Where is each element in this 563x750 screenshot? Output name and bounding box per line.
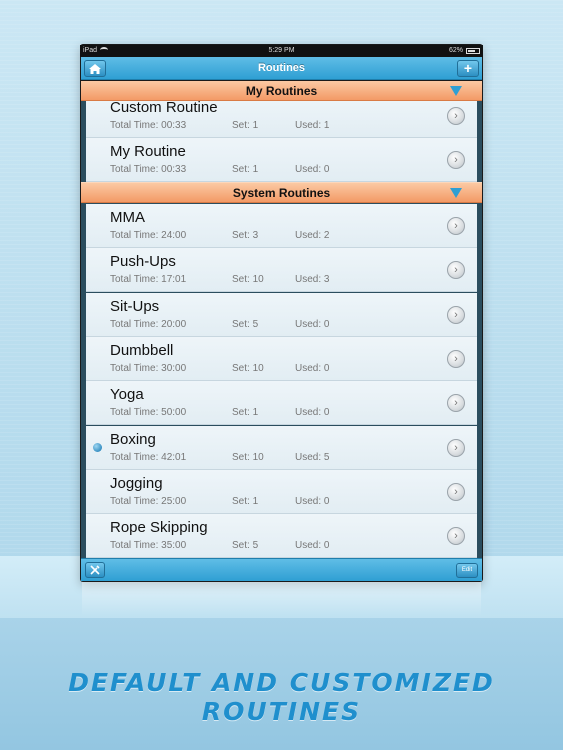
routine-row[interactable]: MMA Total Time: 24:00 Set: 3 Used: 2 › bbox=[86, 204, 477, 248]
disclosure-chevron-icon[interactable]: › bbox=[447, 151, 465, 170]
total-time: Total Time: 35:00 bbox=[110, 540, 187, 552]
used-count: Used: 5 bbox=[295, 451, 330, 463]
routine-name: Dumbbell bbox=[110, 341, 174, 359]
routine-name: My Routine bbox=[110, 143, 186, 161]
routine-name: Jogging bbox=[110, 474, 163, 492]
set-count: Set: 10 bbox=[232, 451, 264, 463]
routine-row[interactable]: Yoga Total Time: 50:00 Set: 1 Used: 0 › bbox=[86, 381, 477, 426]
disclosure-chevron-icon[interactable]: › bbox=[447, 394, 465, 413]
routine-name: Push-Ups bbox=[110, 253, 176, 271]
routine-row[interactable]: Rope Skipping Total Time: 35:00 Set: 5 Used… bbox=[86, 514, 477, 558]
routine-row[interactable]: Jogging Total Time: 25:00 Set: 1 Used: 0 › bbox=[86, 469, 477, 514]
disclosure-chevron-icon[interactable]: › bbox=[447, 349, 465, 368]
used-count: Used: 1 bbox=[295, 120, 330, 131]
used-count: Used: 0 bbox=[295, 362, 330, 374]
routine-name: Sit-Ups bbox=[110, 297, 160, 315]
routine-row[interactable]: Sit-Ups Total Time: 20:00 Set: 5 Used: 0 › bbox=[86, 292, 477, 337]
used-count: Used: 0 bbox=[295, 540, 330, 552]
used-count: Used: 0 bbox=[295, 164, 330, 176]
bottom-toolbar: Edit bbox=[81, 558, 482, 581]
routine-name: Boxing bbox=[110, 430, 156, 448]
routine-name: Custom Routine bbox=[110, 99, 218, 116]
set-count: Set: 5 bbox=[232, 318, 259, 330]
section-title: System Routines bbox=[232, 186, 331, 200]
collapse-triangle-icon[interactable] bbox=[450, 86, 462, 96]
tools-icon bbox=[90, 565, 100, 575]
routine-name: Rope Skipping bbox=[110, 519, 208, 537]
set-count: Set: 3 bbox=[232, 230, 259, 241]
used-count: Used: 0 bbox=[295, 318, 330, 330]
set-count: Set: 10 bbox=[232, 274, 264, 286]
disclosure-chevron-icon[interactable]: › bbox=[447, 482, 465, 501]
used-count: Used: 0 bbox=[295, 407, 330, 419]
disclosure-chevron-icon[interactable]: › bbox=[447, 217, 465, 235]
collapse-triangle-icon[interactable] bbox=[450, 188, 462, 198]
used-count: Used: 2 bbox=[295, 230, 330, 241]
status-time: 5:29 PM bbox=[268, 47, 295, 54]
set-count: Set: 1 bbox=[232, 495, 259, 507]
total-time: Total Time: 00:33 bbox=[110, 120, 187, 131]
navigation-bar: Routines + bbox=[81, 57, 482, 80]
used-count: Used: 3 bbox=[295, 274, 330, 286]
total-time: Total Time: 25:00 bbox=[110, 495, 187, 507]
promo-tagline: Default and customized routines bbox=[68, 668, 495, 726]
used-count: Used: 0 bbox=[295, 495, 330, 507]
status-bar: iPad 5:29 PM 62% bbox=[80, 45, 483, 57]
selected-indicator-icon bbox=[93, 442, 102, 452]
section-header[interactable]: My Routines bbox=[81, 81, 482, 101]
routine-row[interactable]: My Routine Total Time: 00:33 Set: 1 Used: 0… bbox=[86, 138, 477, 183]
set-count: Set: 10 bbox=[232, 362, 264, 374]
home-button[interactable] bbox=[84, 60, 106, 77]
battery-icon bbox=[466, 48, 480, 54]
routine-name: MMA bbox=[110, 209, 145, 226]
total-time: Total Time: 20:00 bbox=[110, 318, 187, 330]
disclosure-chevron-icon[interactable]: › bbox=[447, 261, 465, 280]
routine-row[interactable]: Dumbbell Total Time: 30:00 Set: 10 Used: 0 › bbox=[86, 336, 477, 381]
disclosure-chevron-icon[interactable]: › bbox=[447, 107, 465, 125]
section-header[interactable]: System Routines bbox=[81, 182, 482, 203]
total-time: Total Time: 17:01 bbox=[110, 274, 187, 286]
add-routine-button[interactable]: + bbox=[457, 60, 479, 77]
total-time: Total Time: 24:00 bbox=[110, 230, 187, 241]
routine-row[interactable]: Boxing Total Time: 42:01 Set: 10 Used: 5 › bbox=[86, 425, 477, 470]
device-reflection bbox=[82, 582, 481, 616]
home-icon bbox=[89, 64, 101, 74]
total-time: Total Time: 50:00 bbox=[110, 407, 187, 419]
total-time: Total Time: 00:33 bbox=[110, 164, 187, 176]
disclosure-chevron-icon[interactable]: › bbox=[447, 305, 465, 324]
set-count: Set: 1 bbox=[232, 164, 259, 176]
routine-list[interactable]: Custom Routine Total Time: 00:33 Set: 1 Use… bbox=[81, 81, 482, 558]
tools-button[interactable] bbox=[85, 562, 105, 578]
set-count: Set: 5 bbox=[232, 540, 259, 552]
disclosure-chevron-icon[interactable]: › bbox=[447, 527, 465, 546]
routine-name: Yoga bbox=[110, 386, 144, 404]
total-time: Total Time: 30:00 bbox=[110, 362, 187, 374]
routine-row[interactable]: Push-Ups Total Time: 17:01 Set: 10 Used: 3 › bbox=[86, 248, 477, 293]
battery-percent: 62% bbox=[448, 47, 463, 54]
disclosure-chevron-icon[interactable]: › bbox=[447, 438, 465, 457]
total-time: Total Time: 42:01 bbox=[110, 451, 187, 463]
page-title: Routines bbox=[257, 62, 306, 74]
edit-button[interactable]: Edit bbox=[456, 563, 478, 578]
set-count: Set: 1 bbox=[232, 407, 259, 419]
set-count: Set: 1 bbox=[232, 120, 259, 131]
section-title: My Routines bbox=[245, 84, 318, 98]
